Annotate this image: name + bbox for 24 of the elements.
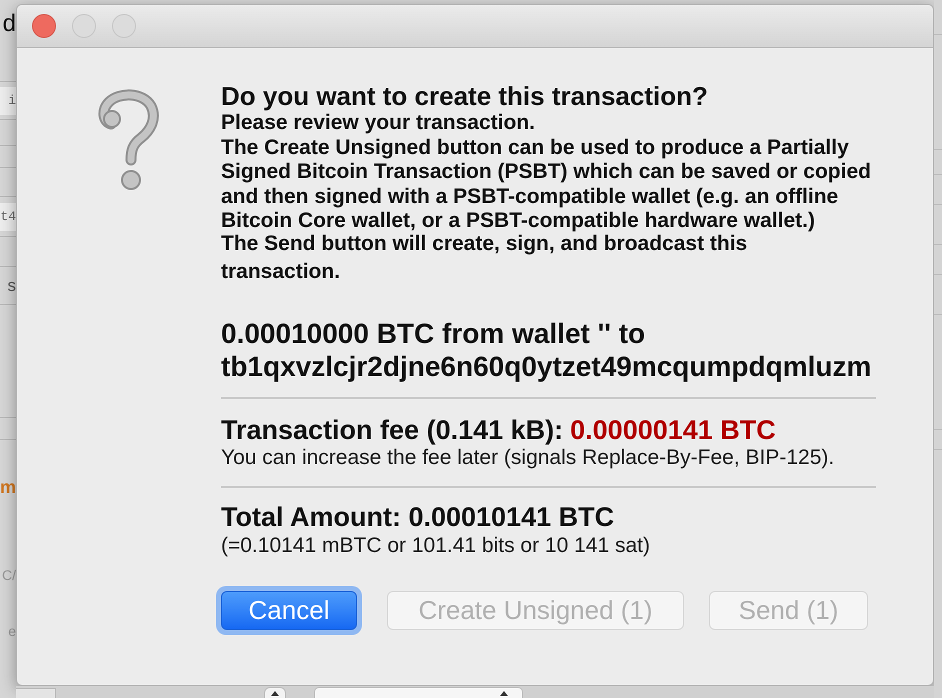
total-note: (=0.10141 mBTC or 101.41 bits or 10 141 sat) bbox=[221, 534, 651, 558]
dropdown-field[interactable] bbox=[314, 687, 523, 698]
dialog-question: Do you want to create this transaction? bbox=[221, 81, 709, 111]
dialog-message: The Create Unsigned button can be used to produce a Partially Signed Bitcoin Transaction (PSBT) which can be saved or copied and then signed with a PSBT-compatible wallet (e.g. an offline Bitcoin Core wallet, or a PSBT-compatible hardware wallet.) bbox=[221, 136, 872, 234]
recipient-address: tb1qxvzlcjr2djne6n60q0ytzet49mcqumpdqmluzm bbox=[221, 350, 872, 382]
recipient-summary: 0.00010000 BTC from wallet '' to bbox=[221, 316, 646, 350]
caret-icon bbox=[271, 691, 279, 696]
stepper-control[interactable] bbox=[264, 687, 286, 698]
close-button[interactable] bbox=[32, 14, 56, 38]
dialog-message: Please review your transaction. bbox=[221, 111, 536, 136]
background-text: t4 bbox=[0, 208, 16, 224]
background-text: e bbox=[8, 622, 16, 640]
fee-amount: 0.00000141 BTC bbox=[570, 414, 776, 446]
caret-icon bbox=[500, 691, 508, 696]
fee-label: Transaction fee (0.141 kB): bbox=[221, 414, 564, 446]
background-text: i bbox=[8, 92, 16, 108]
cancel-button[interactable]: Cancel bbox=[216, 586, 362, 634]
background-text: C/ bbox=[2, 566, 16, 584]
background-text: m bbox=[0, 476, 16, 498]
dialog-message: The Send button will create, sign, and broadcast this transaction. bbox=[221, 232, 748, 284]
background-text: s bbox=[8, 276, 16, 296]
background-text: d bbox=[2, 10, 16, 38]
total-amount: Total Amount: 0.00010141 BTC bbox=[221, 500, 616, 532]
fee-note: You can increase the fee later (signals Replace-By-Fee, BIP-125). bbox=[221, 446, 836, 470]
